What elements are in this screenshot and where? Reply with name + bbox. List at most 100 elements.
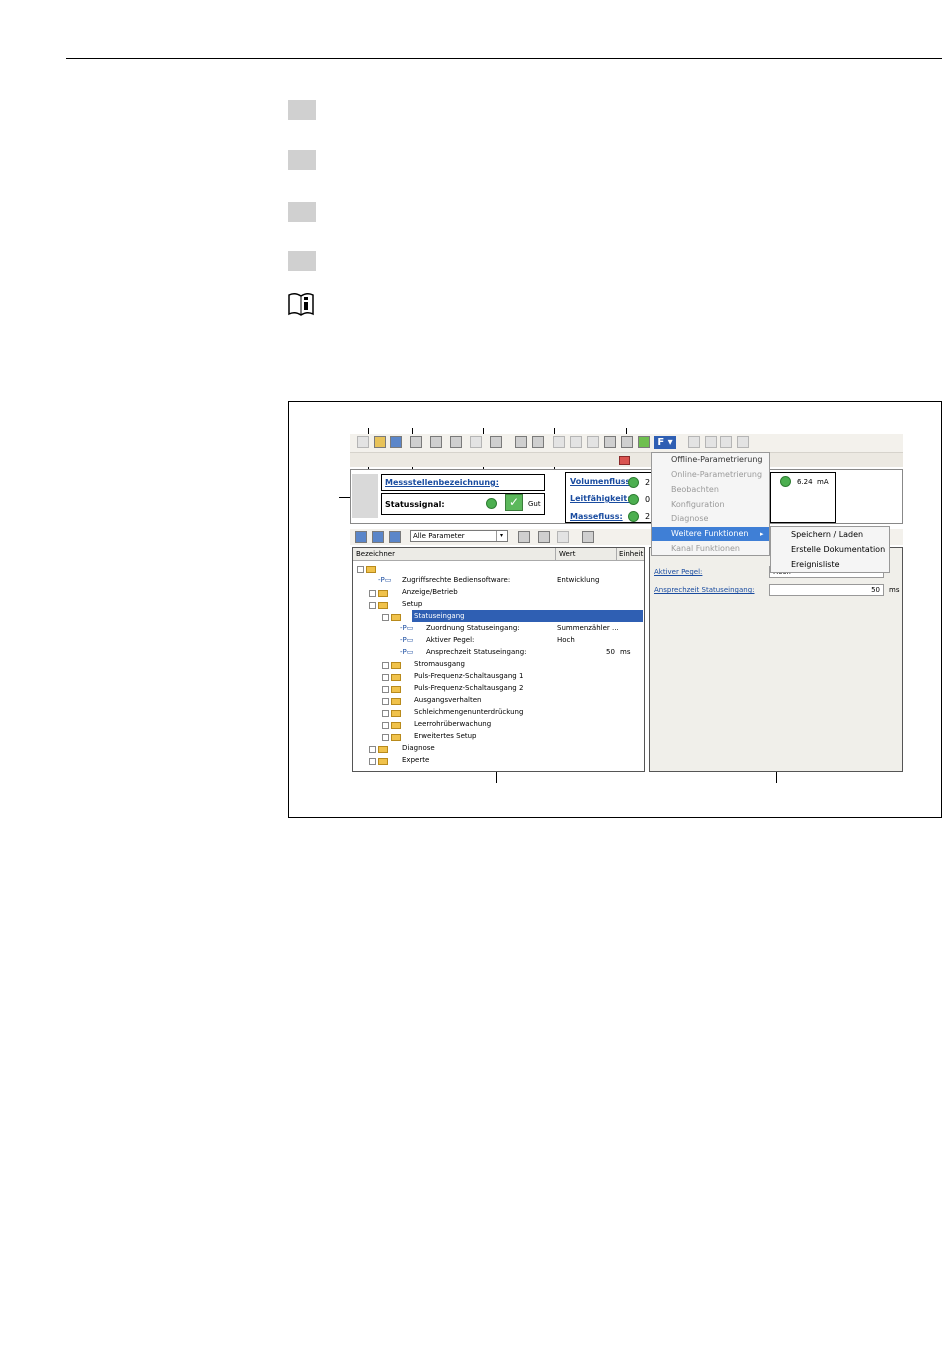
folder-open-icon [391,614,401,621]
save-icon[interactable] [390,436,402,448]
tree-expand-icon[interactable] [382,674,389,681]
current-unit: mA [817,478,829,486]
tree-expand-icon[interactable] [382,722,389,729]
response-time-unit: ms [889,586,900,594]
parameter-print-icon[interactable] [557,531,569,543]
response-time-label[interactable]: Ansprechzeit Statuseingang: [654,586,755,594]
current-value: 6.24 [797,478,813,486]
monitor-icon[interactable] [604,436,616,448]
menu-item-konfiguration[interactable]: Konfiguration [671,498,725,512]
folder-icon [391,674,401,681]
tree-row[interactable]: -P▭ Zugriffsrechte Bediensoftware: Entwi… [378,574,643,586]
tool-icon-2[interactable] [705,436,717,448]
tree-row[interactable]: Erweitertes Setup [414,730,477,742]
menu-item-weitere-funktionen[interactable]: Weitere Funktionen [671,527,748,541]
tree-row[interactable]: Stromausgang [414,658,465,670]
tag-field: Messstellenbezeichnung: [381,474,545,491]
tree-expand-icon[interactable] [382,734,389,741]
menu-item-beobachten[interactable]: Beobachten [671,483,719,497]
tree-row[interactable]: Setup [402,598,422,610]
compare-icon[interactable] [587,436,599,448]
parameter-icon: -P▭ [400,636,414,644]
step-marker-3 [288,202,316,222]
tree-row[interactable]: Diagnose [402,742,435,754]
tree-row[interactable]: Ausgangsverhalten [414,694,482,706]
column-header-name[interactable]: Bezeichner [356,550,395,558]
new-file-icon[interactable] [357,436,369,448]
submenu-item-speichern-laden[interactable]: Speichern / Laden [791,528,863,542]
tree-expand-icon[interactable] [369,758,376,765]
parameter-icon: -P▭ [400,648,414,656]
disconnect-icon[interactable] [532,436,544,448]
tree-expand-icon[interactable] [382,698,389,705]
connect-icon[interactable] [515,436,527,448]
tree-row[interactable]: Schleichmengenunterdrückung [414,706,523,718]
parameter-help-icon[interactable] [582,531,594,543]
parameter-detail-panel [649,547,903,772]
tree-row-selected[interactable]: Statuseingang [414,610,465,622]
parameter-tool-icon-2[interactable] [538,531,550,543]
step-marker-4 [288,251,316,271]
tree-collapse-icon[interactable] [382,614,389,621]
header-rule [66,58,942,59]
tree-row[interactable]: -P▭ Aktiver Pegel: Hoch [400,634,643,646]
device-icon[interactable] [450,436,462,448]
measurement-label-3[interactable]: Massefluss: [570,512,623,521]
active-level-label[interactable]: Aktiver Pegel: [654,568,702,576]
parameter-icon: -P▭ [378,576,392,584]
tree-header: Bezeichner Wert Einheit [353,548,644,561]
view-list-icon[interactable] [389,531,401,543]
camera-icon[interactable] [430,436,442,448]
tag-label[interactable]: Messstellenbezeichnung: [385,478,499,487]
measurement-label-1[interactable]: Volumenfluss: [570,477,634,486]
menu-item-offline-parametrierung[interactable]: Offline-Parametrierung [671,453,762,467]
tree-expand-icon[interactable] [382,686,389,693]
parameter-filter-select[interactable]: Alle Parameter ▾ [410,530,508,542]
device-image-placeholder [352,474,378,518]
menu-item-kanal-funktionen[interactable]: Kanal Funktionen [671,542,740,556]
measurement-label-2[interactable]: Leitfähigkeit: [570,494,630,503]
tree-row[interactable]: Anzeige/Betrieb [402,586,458,598]
print-icon[interactable] [410,436,422,448]
tree-row[interactable]: Puls-Frequenz-Schaltausgang 1 [414,670,523,682]
copy-icon[interactable] [470,436,482,448]
folder-open-icon [378,602,388,609]
submenu-item-erstelle-dokumentation[interactable]: Erstelle Dokumentation [791,543,885,557]
response-time-input[interactable]: 50 [769,584,884,596]
tool-icon-1[interactable] [688,436,700,448]
parameter-icon: -P▭ [400,624,414,632]
menu-item-online-parametrierung[interactable]: Online-Parametrierung [671,468,762,482]
tree-expand-icon[interactable] [369,746,376,753]
tree-row[interactable]: -P▭ Ansprechzeit Statuseingang: 50 ms [400,646,643,658]
close-tab-icon[interactable] [619,456,630,465]
tree-expand-icon[interactable] [369,590,376,597]
tool-icon-4[interactable] [737,436,749,448]
sync-icon[interactable] [638,436,650,448]
functions-button[interactable]: F ▾ [654,436,676,449]
tree-collapse-icon[interactable] [369,602,376,609]
tree-collapse-icon[interactable] [357,566,364,573]
upload-icon[interactable] [553,436,565,448]
view-tree-icon[interactable] [355,531,367,543]
download-icon[interactable] [570,436,582,448]
settings-icon[interactable] [621,436,633,448]
tree-row[interactable]: -P▭ Zuordnung Statuseingang: Summenzähle… [400,622,643,634]
tree-row[interactable]: Experte [402,754,429,766]
current-refresh-icon [780,476,791,487]
tool-icon-3[interactable] [720,436,732,448]
open-folder-icon[interactable] [374,436,386,448]
view-split-icon[interactable] [372,531,384,543]
tree-row[interactable]: Leerrohrüberwachung [414,718,491,730]
grid-icon[interactable] [490,436,502,448]
tree-expand-icon[interactable] [382,710,389,717]
step-marker-2 [288,150,316,170]
column-header-value[interactable]: Wert [559,550,575,558]
folder-icon [391,722,401,729]
tree-expand-icon[interactable] [382,662,389,669]
menu-item-diagnose[interactable]: Diagnose [671,512,708,526]
measurement-refresh-icon-2 [628,494,639,505]
tree-row[interactable]: Puls-Frequenz-Schaltausgang 2 [414,682,523,694]
parameter-tool-icon-1[interactable] [518,531,530,543]
column-header-unit[interactable]: Einheit [619,550,643,558]
submenu-item-ereignisliste[interactable]: Ereignisliste [791,558,840,572]
